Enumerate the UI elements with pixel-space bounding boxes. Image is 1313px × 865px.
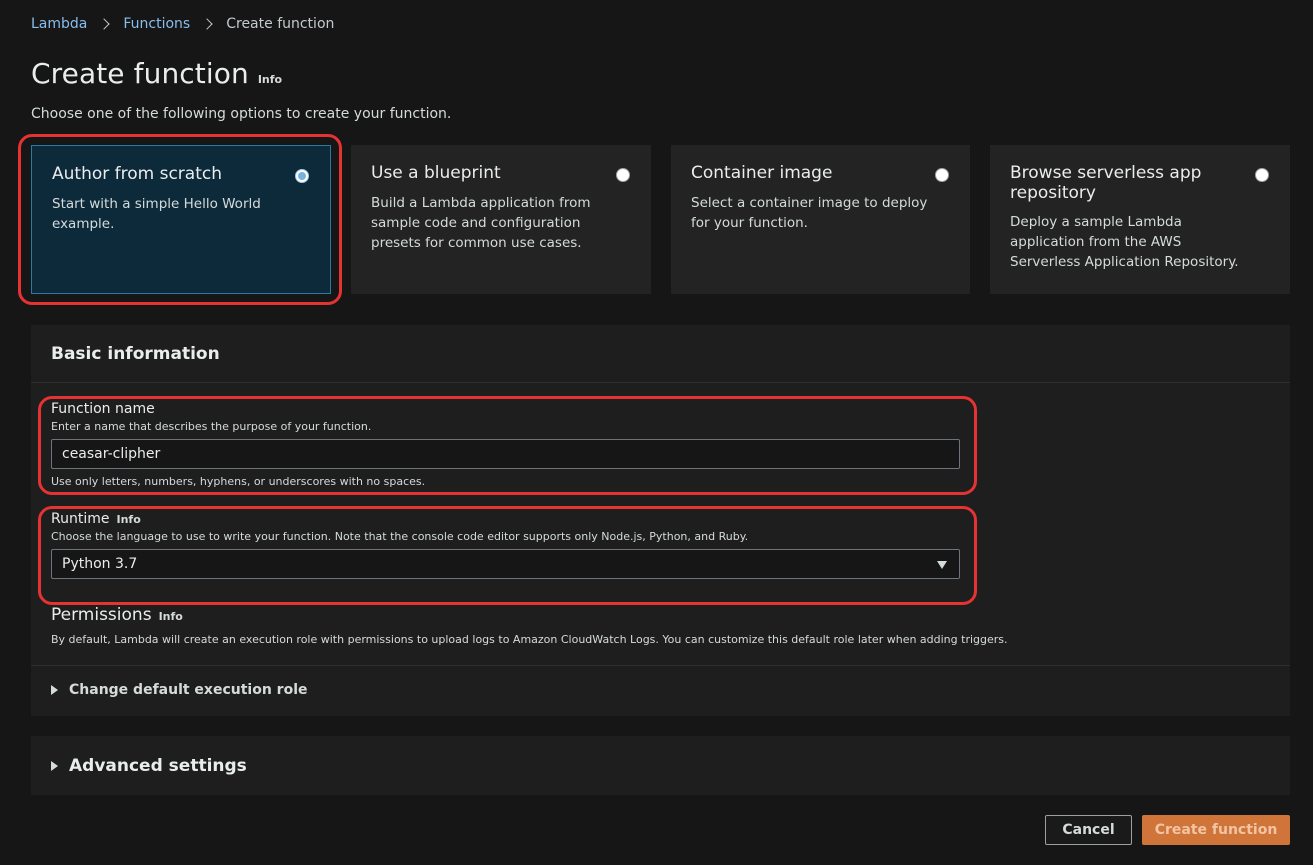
option-description: Build a Lambda application from sample c… [371,195,591,251]
permissions-info-link[interactable]: Info [159,610,183,623]
option-author-from-scratch[interactable]: Author from scratch Start with a simple … [31,145,331,294]
option-description: Deploy a sample Lambda application from … [1010,214,1239,270]
runtime-label-row: Runtime Info [51,511,141,527]
divider [31,665,1290,666]
create-function-page: Lambda Functions Create function Create … [0,0,1313,865]
basic-information-panel: Basic information Function name Enter a … [31,325,1290,716]
page-subtitle: Choose one of the following options to c… [31,106,452,122]
runtime-description: Choose the language to use to write your… [51,530,749,543]
creation-options: Author from scratch Start with a simple … [31,145,1290,295]
runtime-selected-value: Python 3.7 [62,556,138,572]
panel-title: Basic information [51,344,220,364]
permissions-label: Permissions [51,605,152,625]
advanced-settings-panel: Advanced settings [31,736,1290,795]
option-container-image[interactable]: Container image Select a container image… [671,145,970,294]
option-title: Container image [691,163,833,183]
caret-right-icon [51,761,58,771]
option-radio[interactable] [616,168,630,182]
option-use-blueprint[interactable]: Use a blueprint Build a Lambda applicati… [351,145,651,294]
panel-header: Basic information [31,325,1290,383]
permissions-description: By default, Lambda will create an execut… [51,633,1008,646]
option-radio[interactable] [295,169,309,183]
function-name-input[interactable]: ceasar-clipher [51,439,960,469]
breadcrumb-functions[interactable]: Functions [123,15,190,33]
function-name-hint: Use only letters, numbers, hyphens, or u… [51,475,426,488]
title-info-link[interactable]: Info [258,73,282,86]
chevron-right-icon [98,18,111,30]
caret-down-icon [937,561,947,569]
breadcrumb-lambda[interactable]: Lambda [31,15,87,33]
option-title: Browse serverless app repository [1010,163,1202,203]
option-serverless-repository[interactable]: Browse serverless app repository Deploy … [990,145,1290,294]
option-radio[interactable] [935,168,949,182]
page-title: Create function [31,57,249,90]
page-title-row: Create function Info [31,57,282,90]
runtime-label: Runtime [51,511,110,527]
chevron-right-icon [201,18,213,30]
breadcrumb: Lambda Functions Create function [31,15,334,33]
option-description: Start with a simple Hello World example. [52,196,261,232]
runtime-info-link[interactable]: Info [116,513,140,526]
permissions-label-row: Permissions Info [51,605,183,625]
function-name-label: Function name [51,401,155,417]
create-function-button[interactable]: Create function [1142,815,1290,845]
change-execution-role-toggle[interactable]: Change default execution role [51,682,308,698]
advanced-settings-toggle[interactable]: Advanced settings [51,756,247,776]
option-description: Select a container image to deploy for y… [691,195,928,231]
caret-right-icon [51,685,58,695]
expander-label: Advanced settings [69,756,247,776]
option-title: Author from scratch [52,164,222,184]
function-name-description: Enter a name that describes the purpose … [51,420,372,433]
breadcrumb-current: Create function [226,16,335,32]
option-radio[interactable] [1255,168,1269,182]
option-title: Use a blueprint [371,163,501,183]
runtime-select[interactable]: Python 3.7 [51,549,960,579]
expander-label: Change default execution role [69,682,308,698]
cancel-button[interactable]: Cancel [1045,815,1132,845]
